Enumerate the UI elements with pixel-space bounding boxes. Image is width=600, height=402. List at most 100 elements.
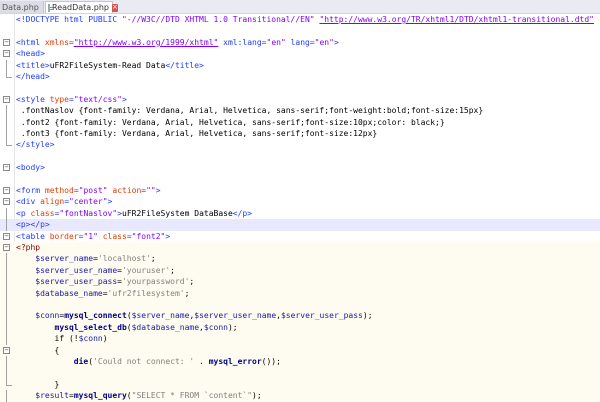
fold-toggle-icon[interactable]: − xyxy=(3,346,10,354)
code-text: <html xmlns="http://www.w3.org/1999/xhtm… xyxy=(16,37,339,48)
code-line[interactable]: − <style type="text/css"> xyxy=(0,94,600,105)
code-text: <head> xyxy=(16,48,45,59)
code-line[interactable]: − { xyxy=(0,344,600,356)
code-token: if (! xyxy=(16,334,79,344)
code-token: ; xyxy=(189,277,195,287)
code-text: <style type="text/css"> xyxy=(16,94,127,105)
code-text: $server_name='localhost'; xyxy=(16,253,155,264)
code-line[interactable]: die('Could not connect: ' . mysql_error(… xyxy=(0,356,600,368)
code-line[interactable]: $server_name='localhost'; xyxy=(0,253,600,265)
code-line[interactable]: $server_user_pass='yourpassword'; xyxy=(0,276,600,288)
fold-toggle-icon[interactable]: − xyxy=(3,164,10,172)
code-line[interactable]: </head> xyxy=(0,71,600,82)
code-token: $result xyxy=(35,391,69,401)
fold-guide xyxy=(6,276,7,288)
code-token: 'ufr2filesystem' xyxy=(107,288,185,298)
code-token: ; xyxy=(184,288,190,298)
code-token: "http://www.w3.org/1999/xhtml" xyxy=(73,37,219,47)
code-line[interactable]: <p class="fontNaslov">uFR2FileSystem Dat… xyxy=(0,207,600,220)
code-token: $server_user_name xyxy=(35,265,118,275)
fold-guide xyxy=(6,128,7,140)
code-token: <title> xyxy=(16,60,50,70)
code-token: > xyxy=(333,37,339,47)
close-tab-icon[interactable]: × xyxy=(111,3,118,12)
code-text: <p></p> xyxy=(16,219,50,230)
code-token: die xyxy=(73,357,89,366)
code-token: class xyxy=(102,231,127,241)
code-token: uFR2FileSystem-Read Data xyxy=(49,60,166,70)
fold-guide xyxy=(6,310,7,322)
code-line[interactable] xyxy=(0,151,600,162)
code-token: <table xyxy=(16,231,50,241)
code-line[interactable]: if (!$conn) xyxy=(0,333,600,345)
fold-guide xyxy=(6,299,7,311)
code-line[interactable] xyxy=(0,299,600,311)
fold-toggle-icon[interactable]: − xyxy=(3,232,10,240)
code-token: </p> xyxy=(232,208,253,218)
code-text: if (!$conn) xyxy=(16,333,108,344)
code-token: <p xyxy=(16,208,31,218)
code-line[interactable]: mysql_select_db($database_name,$conn); xyxy=(0,321,600,334)
code-text: </head> xyxy=(16,71,50,82)
code-token: <body> xyxy=(16,163,45,173)
code-text: $database_name='ufr2filesystem'; xyxy=(16,288,189,299)
code-text: mysql_select_db($database_name,$conn); xyxy=(16,322,238,333)
code-token: </style> xyxy=(16,140,55,150)
fold-toggle-icon[interactable]: − xyxy=(3,187,10,194)
code-line[interactable]: − <form method="post" action=""> xyxy=(0,185,600,196)
code-line[interactable]: − <?php xyxy=(0,242,600,254)
code-line[interactable]: <!DOCTYPE html PUBLIC "-//W3C//DTD XHTML… xyxy=(0,14,600,25)
fold-toggle-icon[interactable]: − xyxy=(3,244,10,251)
code-token: type xyxy=(49,94,69,104)
code-line[interactable]: − <table border="1" class="font2"> xyxy=(0,231,600,242)
code-line[interactable]: </style> xyxy=(0,139,600,150)
code-line[interactable]: − <body> xyxy=(0,162,600,173)
code-line[interactable]: .font2 {font-family: Verdana, Arial, Hel… xyxy=(0,116,600,128)
code-editor[interactable]: <!DOCTYPE html PUBLIC "-//W3C//DTD XHTML… xyxy=(0,14,600,402)
tab-readdata-php[interactable]: ReadData.php × xyxy=(45,1,118,13)
code-line[interactable] xyxy=(0,367,600,379)
code-text: <div align="center"> xyxy=(16,196,112,207)
fold-guide xyxy=(6,321,7,334)
code-line[interactable] xyxy=(0,25,600,36)
code-text: <body> xyxy=(16,162,45,173)
code-line[interactable]: .font3 {font-family: Verdana, Arial, Hel… xyxy=(0,128,600,140)
code-text: <?php xyxy=(16,242,40,253)
code-line[interactable]: $database_name='ufr2filesystem'; xyxy=(0,287,600,299)
code-line[interactable] xyxy=(0,174,600,185)
code-line[interactable]: <title>uFR2FileSystem-Read Data</title> xyxy=(0,59,600,71)
fold-toggle-icon[interactable]: − xyxy=(3,50,10,58)
code-token: $server_user_pass xyxy=(280,311,363,321)
code-line[interactable] xyxy=(0,82,600,93)
code-token: } xyxy=(16,379,60,389)
code-token: $database_name xyxy=(131,322,200,332)
code-text: die('Could not connect: ' . mysql_error(… xyxy=(16,356,281,367)
code-line[interactable]: $server_user_name='youruser'; xyxy=(0,264,600,277)
code-line[interactable]: $conn=mysql_connect($server_name,$server… xyxy=(0,310,600,322)
fold-guide xyxy=(6,207,7,220)
fold-guide xyxy=(6,219,7,231)
tab-data-php[interactable]: Data.php xyxy=(0,1,44,13)
code-token: "1" xyxy=(83,231,98,241)
code-token: "-//W3C//DTD XHTML 1.0 Transitional//EN" xyxy=(121,15,315,24)
code-line[interactable]: − <div align="center"> xyxy=(0,196,600,207)
code-line[interactable]: .fontNaslov {font-family: Verdana, Arial… xyxy=(0,105,600,117)
code-token: $conn xyxy=(35,311,60,321)
fold-toggle-icon[interactable]: − xyxy=(3,95,10,103)
code-token: ); xyxy=(362,311,373,321)
code-token: ()); xyxy=(261,357,281,366)
code-line[interactable]: <p></p> xyxy=(0,219,600,231)
tab-bar: Data.php ReadData.php × xyxy=(0,0,600,14)
fold-guide xyxy=(6,333,7,345)
code-line[interactable]: } xyxy=(0,378,600,391)
fold-toggle-icon[interactable]: − xyxy=(3,198,10,206)
fold-toggle-icon[interactable]: − xyxy=(3,38,10,46)
code-line[interactable]: − <html xmlns="http://www.w3.org/1999/xht… xyxy=(0,37,600,48)
code-token: <!DOCTYPE html PUBLIC xyxy=(16,15,122,24)
fold-guide xyxy=(6,116,7,128)
code-token: "en" xyxy=(266,37,286,47)
code-token: mysql_connect xyxy=(64,311,127,321)
code-line[interactable]: − <head> xyxy=(0,48,600,59)
